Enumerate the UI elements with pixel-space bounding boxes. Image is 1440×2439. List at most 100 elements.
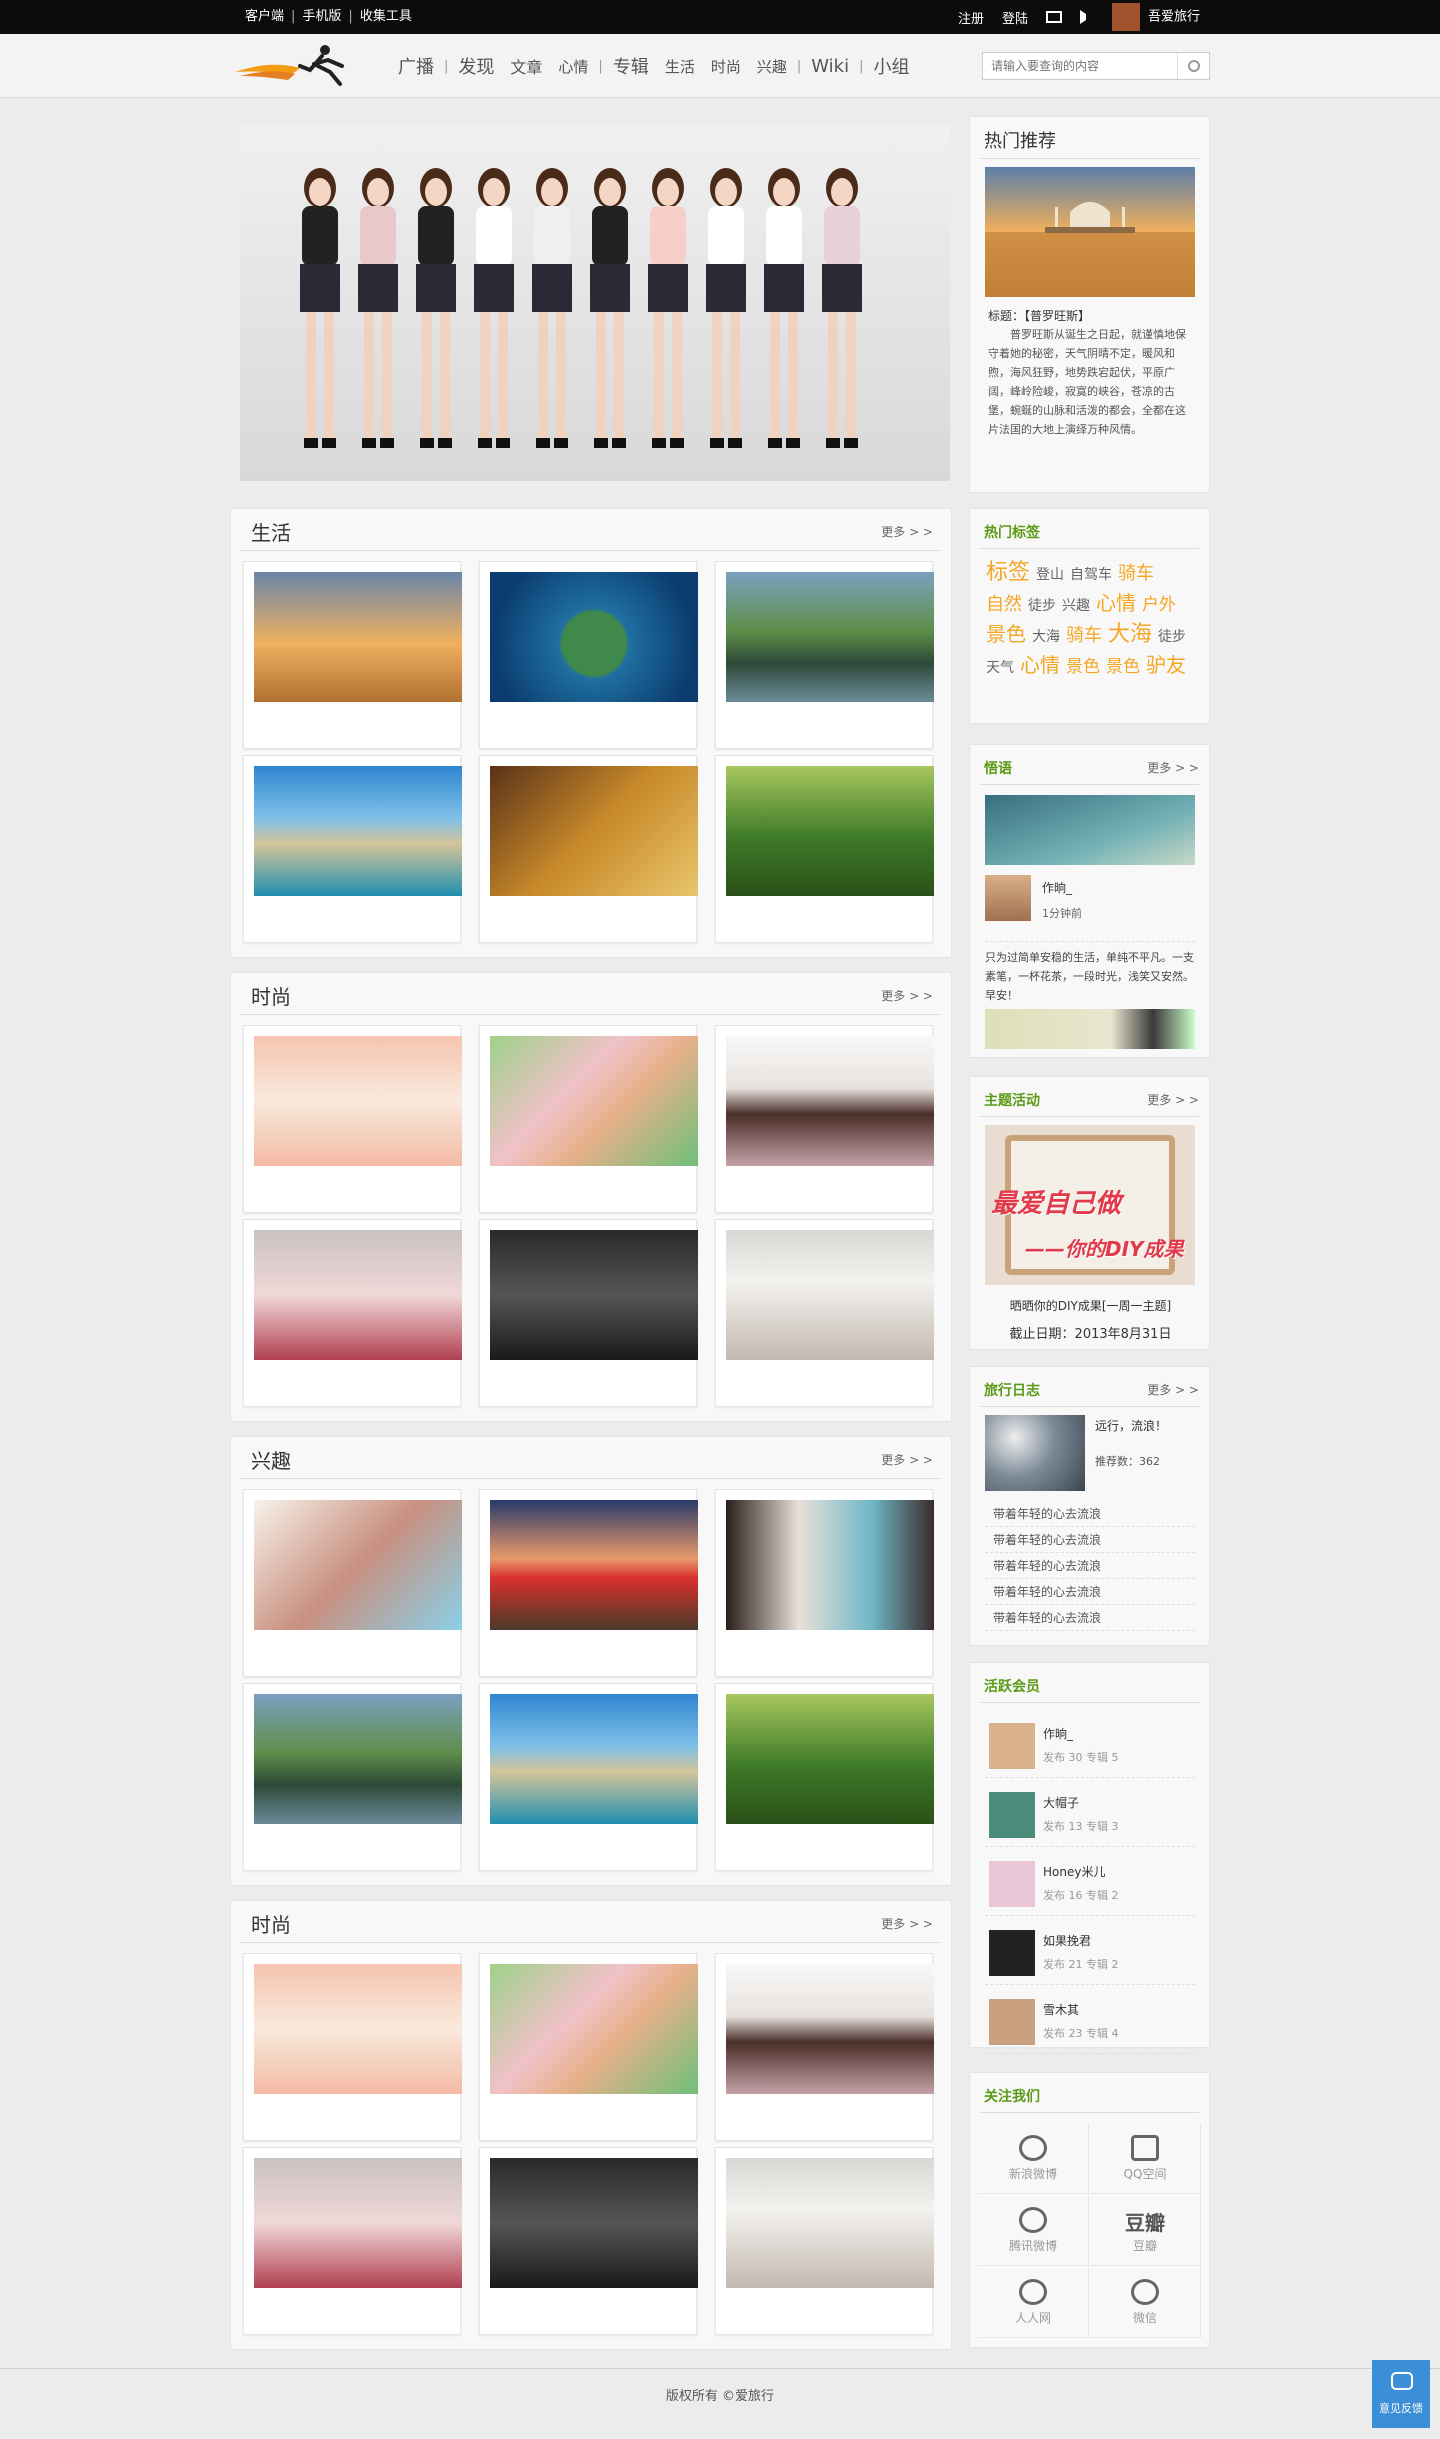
- more-link[interactable]: 更多 > >: [881, 523, 933, 540]
- photo-card[interactable]: [715, 2147, 934, 2335]
- nav-item-articles[interactable]: 文章: [502, 54, 550, 78]
- photo-card[interactable]: [715, 1025, 934, 1213]
- login-link[interactable]: 登陆: [1002, 8, 1028, 27]
- photo-thumbnail[interactable]: [726, 1036, 934, 1166]
- tag-link[interactable]: 景色: [1066, 653, 1100, 681]
- photo-card[interactable]: [715, 1219, 934, 1407]
- photo-card[interactable]: [715, 755, 934, 943]
- follow-item[interactable]: 腾讯微博: [978, 2195, 1089, 2266]
- avatar[interactable]: [989, 1723, 1035, 1769]
- tag-link[interactable]: 心情: [1096, 589, 1136, 617]
- nav-item-groups[interactable]: 小组: [865, 53, 917, 79]
- member-name[interactable]: Honey米儿: [1043, 1863, 1105, 1880]
- tag-link[interactable]: 兴趣: [1062, 592, 1090, 620]
- log-feature-title[interactable]: 远行，流浪！: [1095, 1417, 1167, 1434]
- photo-card[interactable]: [479, 561, 698, 749]
- photo-thumbnail[interactable]: [490, 2158, 698, 2288]
- member-name[interactable]: 作晌_: [1043, 1725, 1073, 1742]
- photo-card[interactable]: [715, 1683, 934, 1871]
- photo-thumbnail[interactable]: [726, 572, 934, 702]
- member-name[interactable]: 如果挽君: [1043, 1932, 1091, 1949]
- tag-link[interactable]: 心情: [1020, 651, 1060, 679]
- tag-link[interactable]: 驴友: [1146, 651, 1186, 679]
- more-link[interactable]: 更多 > >: [1147, 759, 1199, 776]
- photo-card[interactable]: [479, 1489, 698, 1677]
- tag-link[interactable]: 景色: [1106, 653, 1140, 681]
- feedback-button[interactable]: 意见反馈: [1372, 2360, 1430, 2428]
- photo-thumbnail[interactable]: [254, 1500, 462, 1630]
- search-button[interactable]: [1177, 53, 1209, 79]
- nav-item-wiki[interactable]: Wiki: [803, 56, 857, 77]
- log-item[interactable]: 带着年轻的心去流浪: [985, 1553, 1195, 1579]
- member-name[interactable]: 雪木其: [1043, 2001, 1079, 2018]
- nav-item-fashion[interactable]: 时尚: [703, 56, 749, 77]
- photo-thumbnail[interactable]: [490, 1230, 698, 1360]
- site-logo[interactable]: [230, 40, 360, 90]
- follow-item[interactable]: 微信: [1090, 2267, 1201, 2338]
- photo-card[interactable]: [479, 1953, 698, 2141]
- log-item[interactable]: 带着年轻的心去流浪: [985, 1501, 1195, 1527]
- photo-card[interactable]: [243, 1489, 462, 1677]
- photo-thumbnail[interactable]: [726, 1964, 934, 2094]
- tag-link[interactable]: 天气: [986, 654, 1014, 682]
- collect-tool-link[interactable]: 收集工具: [353, 0, 419, 34]
- follow-item[interactable]: 新浪微博: [978, 2123, 1089, 2194]
- quote-bottom-image[interactable]: [985, 1009, 1195, 1049]
- mail-icon[interactable]: [1046, 11, 1063, 23]
- photo-card[interactable]: [479, 1683, 698, 1871]
- photo-thumbnail[interactable]: [254, 766, 462, 896]
- follow-item[interactable]: 人人网: [978, 2267, 1089, 2338]
- photo-thumbnail[interactable]: [490, 1500, 698, 1630]
- photo-thumbnail[interactable]: [490, 766, 698, 896]
- member-name[interactable]: 大帽子: [1043, 1794, 1079, 1811]
- log-item[interactable]: 带着年轻的心去流浪: [985, 1579, 1195, 1605]
- follow-item[interactable]: QQ空间: [1090, 2123, 1201, 2194]
- more-link[interactable]: 更多 > >: [881, 1915, 933, 1932]
- tag-link[interactable]: 自然: [986, 591, 1022, 619]
- avatar[interactable]: [985, 875, 1031, 921]
- nav-item-mood[interactable]: 心情: [550, 56, 596, 77]
- more-link[interactable]: 更多 > >: [1147, 1091, 1199, 1108]
- speaker-icon[interactable]: [1080, 10, 1094, 24]
- more-link[interactable]: 更多 > >: [1147, 1381, 1199, 1398]
- photo-thumbnail[interactable]: [490, 1036, 698, 1166]
- member-row[interactable]: 大帽子 发布 13 专辑 3: [985, 1778, 1195, 1847]
- tag-link[interactable]: 户外: [1142, 591, 1176, 619]
- search-input[interactable]: [983, 53, 1173, 79]
- more-link[interactable]: 更多 > >: [881, 1451, 933, 1468]
- tag-link[interactable]: 自驾车: [1070, 561, 1112, 589]
- photo-thumbnail[interactable]: [726, 2158, 934, 2288]
- avatar[interactable]: [989, 1792, 1035, 1838]
- photo-thumbnail[interactable]: [254, 1230, 462, 1360]
- photo-card[interactable]: [715, 561, 934, 749]
- photo-card[interactable]: [479, 1025, 698, 1213]
- log-item[interactable]: 带着年轻的心去流浪: [985, 1605, 1195, 1631]
- photo-thumbnail[interactable]: [726, 1694, 934, 1824]
- tag-link[interactable]: 大海: [1108, 621, 1152, 649]
- photo-card[interactable]: [715, 1489, 934, 1677]
- mobile-link[interactable]: 手机版: [295, 0, 348, 34]
- photo-thumbnail[interactable]: [490, 1694, 698, 1824]
- user-menu[interactable]: 吾爱旅行: [1112, 3, 1200, 31]
- more-link[interactable]: 更多 > >: [881, 987, 933, 1004]
- photo-card[interactable]: [715, 1953, 934, 2141]
- avatar[interactable]: [989, 1930, 1035, 1976]
- tag-link[interactable]: 徒步: [1158, 623, 1186, 651]
- nav-item-discover[interactable]: 发现: [450, 53, 502, 79]
- member-row[interactable]: 如果挽君 发布 21 专辑 2: [985, 1916, 1195, 1985]
- nav-item-broadcast[interactable]: 广播: [390, 53, 442, 79]
- log-feature-image[interactable]: [985, 1415, 1085, 1491]
- photo-card[interactable]: [479, 755, 698, 943]
- hero-banner-image[interactable]: [240, 126, 950, 481]
- log-item[interactable]: 带着年轻的心去流浪: [985, 1527, 1195, 1553]
- photo-card[interactable]: [243, 1025, 462, 1213]
- photo-card[interactable]: [243, 755, 462, 943]
- member-row[interactable]: Honey米儿 发布 16 专辑 2: [985, 1847, 1195, 1916]
- nav-item-life[interactable]: 生活: [657, 56, 703, 77]
- photo-thumbnail[interactable]: [490, 1964, 698, 2094]
- member-row[interactable]: 作晌_ 发布 30 专辑 5: [985, 1709, 1195, 1778]
- tag-link[interactable]: 大海: [1032, 623, 1060, 651]
- event-name[interactable]: 晒晒你的DIY成果[一周一主题]: [970, 1297, 1211, 1314]
- hot-image[interactable]: [985, 167, 1195, 297]
- photo-thumbnail[interactable]: [726, 1230, 934, 1360]
